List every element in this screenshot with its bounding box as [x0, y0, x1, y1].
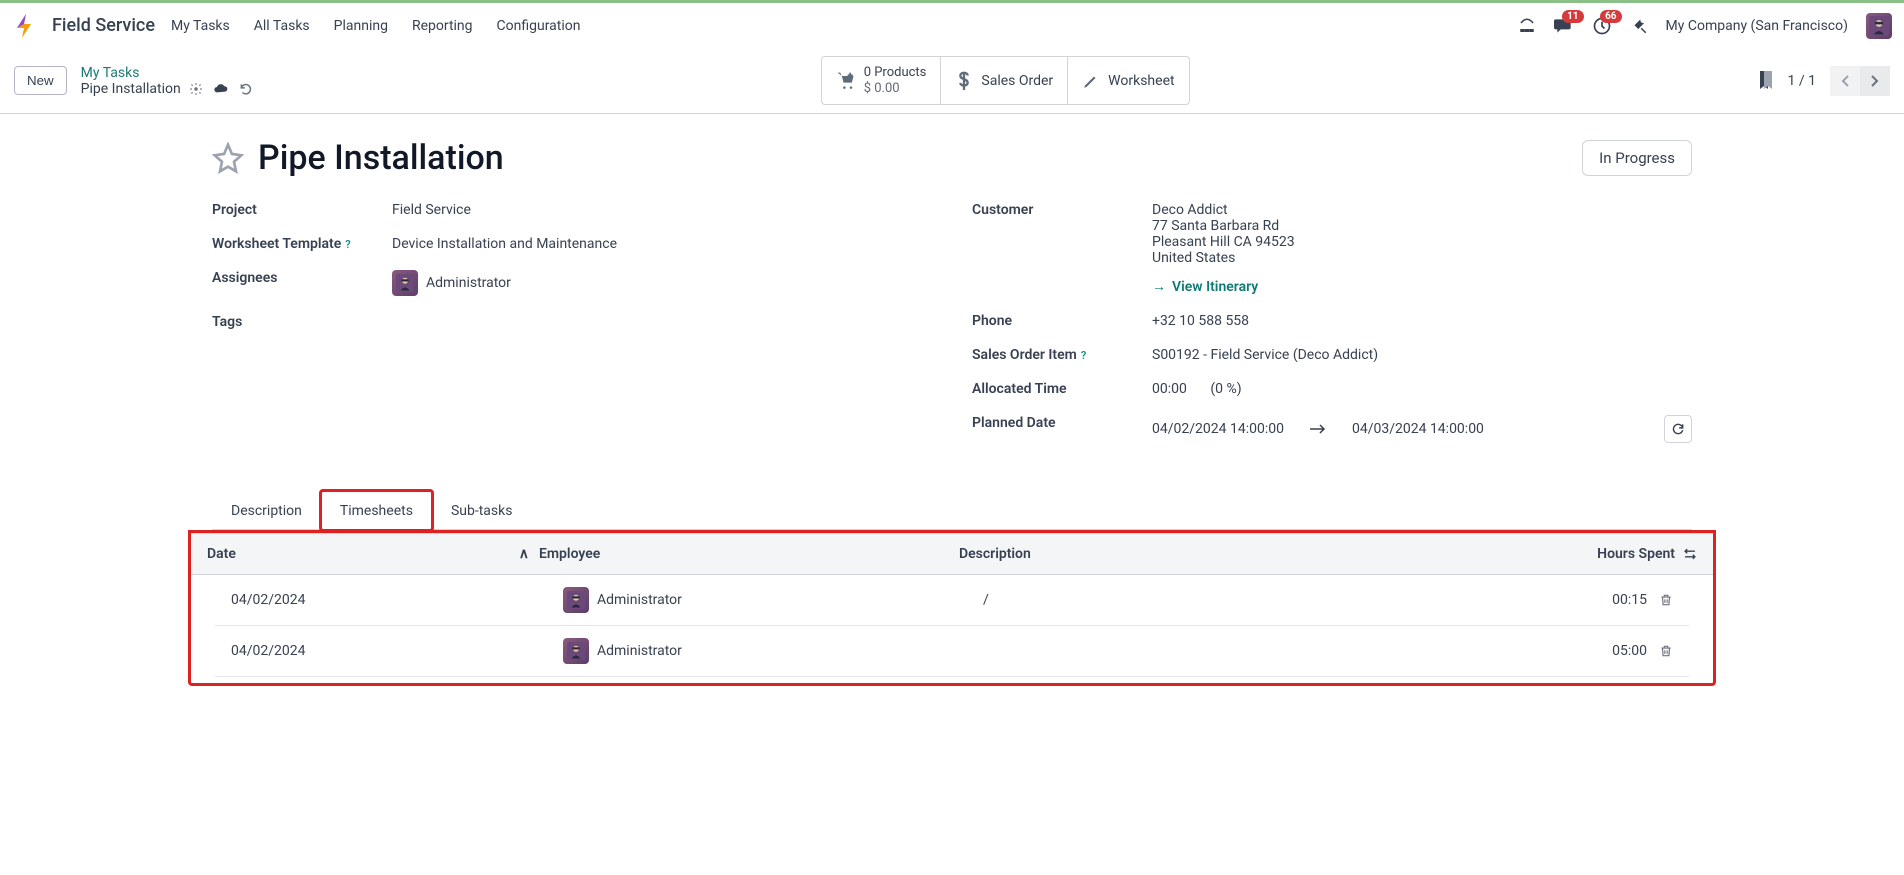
label-planned-date: Planned Date [972, 415, 1152, 431]
help-icon[interactable]: ? [345, 238, 350, 251]
employee-avatar-icon [563, 587, 589, 613]
page-title[interactable]: Pipe Installation [258, 138, 504, 178]
delete-row-icon[interactable] [1659, 593, 1673, 607]
nav-planning[interactable]: Planning [334, 18, 388, 34]
value-sales-order-item[interactable]: S00192 - Field Service (Deco Addict) [1152, 347, 1378, 363]
value-customer[interactable]: Deco Addict 77 Santa Barbara Rd Pleasant… [1152, 202, 1295, 295]
sales-order-label: Sales Order [981, 73, 1053, 89]
table-row[interactable]: 04/02/2024 Administrator 05:00 [215, 626, 1689, 677]
customer-city: Pleasant Hill CA 94523 [1152, 234, 1295, 250]
bookmark-icon[interactable] [1758, 71, 1774, 91]
messages-badge: 11 [1562, 10, 1583, 23]
star-icon[interactable] [212, 142, 244, 174]
voip-icon[interactable] [1518, 17, 1536, 35]
nav-my-tasks[interactable]: My Tasks [171, 18, 230, 34]
cloud-icon[interactable] [213, 82, 229, 96]
company-selector[interactable]: My Company (San Francisco) [1666, 18, 1848, 34]
app-logo-icon[interactable] [12, 14, 36, 38]
label-phone: Phone [972, 313, 1152, 329]
sort-asc-icon[interactable]: ∧ [519, 546, 529, 562]
th-hours[interactable]: Hours Spent [1597, 546, 1675, 562]
prev-record-button[interactable] [1830, 66, 1860, 96]
undo-icon[interactable] [239, 82, 253, 96]
value-project[interactable]: Field Service [392, 202, 471, 218]
label-sales-order-item: Sales Order Item [972, 347, 1077, 363]
next-record-button[interactable] [1860, 66, 1890, 96]
cell-date[interactable]: 04/02/2024 [223, 592, 563, 608]
view-itinerary-link[interactable]: → View Itinerary [1152, 278, 1258, 295]
customer-country: United States [1152, 250, 1295, 266]
arrow-right-icon [1308, 424, 1328, 434]
products-amount: $ 0.00 [864, 81, 927, 97]
label-allocated-time: Allocated Time [972, 381, 1152, 397]
dollar-icon [955, 70, 973, 92]
status-badge[interactable]: In Progress [1582, 140, 1692, 176]
sales-order-button[interactable]: Sales Order [940, 57, 1067, 104]
messages-icon[interactable]: 11 [1554, 16, 1574, 36]
cell-description[interactable]: / [983, 592, 1521, 608]
refresh-button[interactable] [1664, 415, 1692, 443]
th-date[interactable]: Date [207, 546, 236, 562]
tab-timesheets[interactable]: Timesheets [321, 491, 432, 530]
pencil-icon [1082, 72, 1100, 90]
th-employee[interactable]: Employee [539, 546, 959, 562]
delete-row-icon[interactable] [1659, 644, 1673, 658]
app-name[interactable]: Field Service [52, 15, 155, 36]
cell-date[interactable]: 04/02/2024 [223, 643, 563, 659]
cell-employee[interactable]: Administrator [563, 587, 983, 613]
label-customer: Customer [972, 202, 1152, 218]
breadcrumb-my-tasks[interactable]: My Tasks [81, 65, 253, 81]
label-worksheet-template: Worksheet Template [212, 236, 341, 252]
nav-reporting[interactable]: Reporting [412, 18, 473, 34]
value-worksheet-template[interactable]: Device Installation and Maintenance [392, 236, 617, 252]
cell-employee[interactable]: Administrator [563, 638, 983, 664]
customer-street: 77 Santa Barbara Rd [1152, 218, 1295, 234]
worksheet-button[interactable]: Worksheet [1067, 57, 1188, 104]
pager-info[interactable]: 1 / 1 [1788, 73, 1816, 89]
employee-avatar-icon [563, 638, 589, 664]
help-icon[interactable]: ? [1081, 349, 1086, 362]
assignee-name: Administrator [426, 275, 511, 291]
new-button[interactable]: New [14, 66, 67, 95]
label-project: Project [212, 202, 392, 218]
value-phone[interactable]: +32 10 588 558 [1152, 313, 1249, 329]
worksheet-label: Worksheet [1108, 73, 1174, 89]
cell-hours[interactable]: 00:15 [1612, 592, 1647, 608]
cell-hours[interactable]: 05:00 [1612, 643, 1647, 659]
planned-end[interactable]: 04/03/2024 14:00:00 [1352, 421, 1484, 437]
columns-toggle-icon[interactable] [1683, 547, 1697, 561]
tab-subtasks[interactable]: Sub-tasks [432, 491, 532, 530]
gear-icon[interactable] [189, 82, 203, 96]
tools-icon[interactable] [1630, 17, 1648, 35]
user-avatar[interactable] [1866, 13, 1892, 39]
table-row[interactable]: 04/02/2024 Administrator / 00:15 [215, 575, 1689, 626]
label-tags: Tags [212, 314, 392, 330]
arrow-right-icon: → [1152, 278, 1166, 295]
assignee-avatar-icon [392, 270, 418, 296]
products-button[interactable]: 0 Products $ 0.00 [822, 57, 941, 104]
value-allocated-time[interactable]: 00:00 (0 %) [1152, 381, 1242, 397]
nav-configuration[interactable]: Configuration [497, 18, 581, 34]
cart-plus-icon [836, 71, 856, 91]
tab-description[interactable]: Description [212, 491, 321, 530]
th-description[interactable]: Description [959, 546, 1545, 562]
breadcrumb-current: Pipe Installation [81, 81, 181, 97]
planned-start[interactable]: 04/02/2024 14:00:00 [1152, 421, 1284, 437]
label-assignees: Assignees [212, 270, 392, 286]
activities-badge: 66 [1600, 10, 1621, 23]
activities-icon[interactable]: 66 [1592, 16, 1612, 36]
customer-name: Deco Addict [1152, 202, 1295, 218]
products-count: 0 Products [864, 65, 927, 81]
nav-all-tasks[interactable]: All Tasks [254, 18, 310, 34]
value-assignees[interactable]: Administrator [392, 270, 511, 296]
